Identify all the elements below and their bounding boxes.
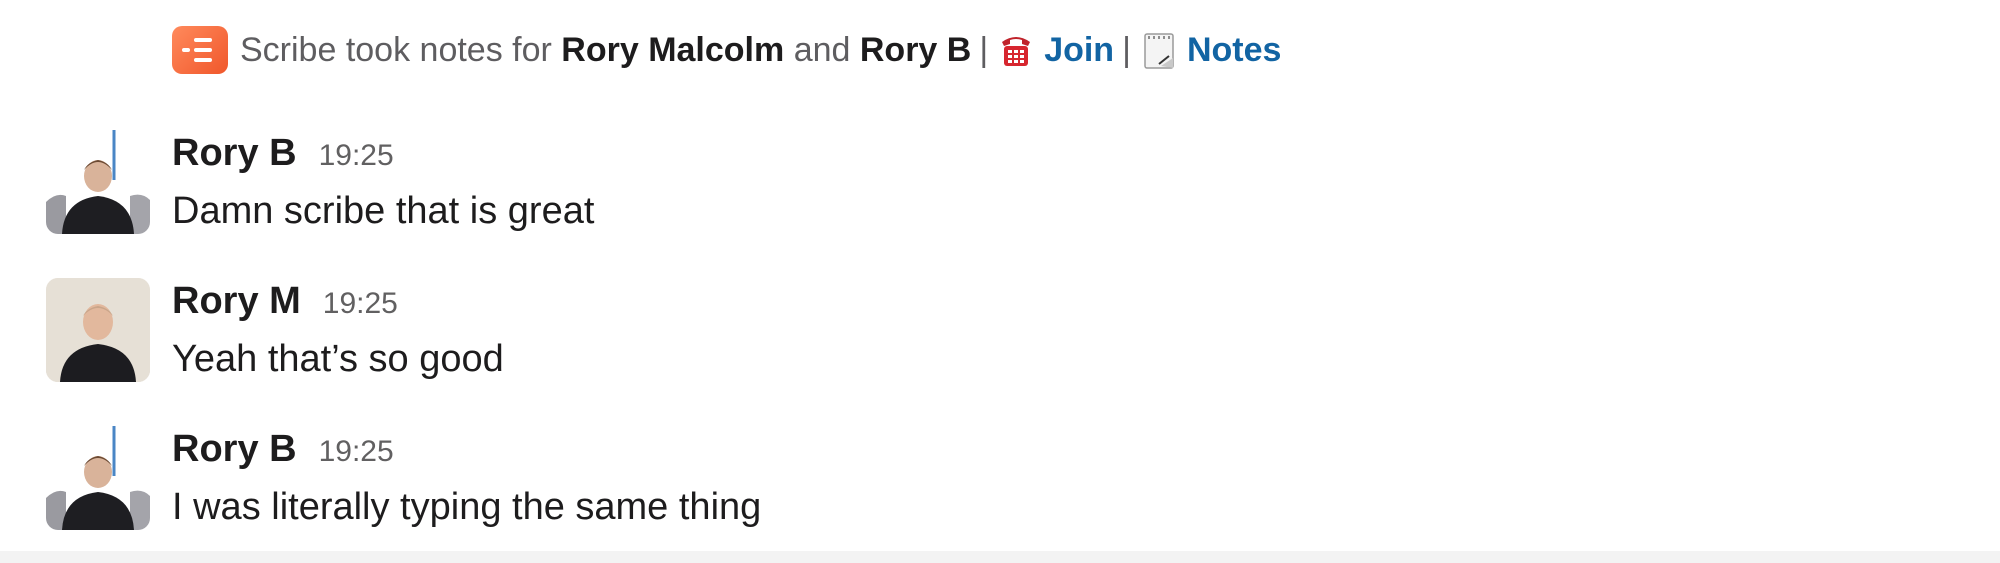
message-text: Damn scribe that is great: [172, 190, 595, 232]
avatar[interactable]: [46, 130, 150, 234]
message-timestamp[interactable]: 19:25: [319, 139, 394, 173]
join-link-label: Join: [1044, 30, 1115, 69]
telephone-icon: [996, 30, 1036, 70]
scribe-logo-icon: [172, 26, 228, 74]
chat-message-pane: Scribe took notes for Rory Malcolm and R…: [0, 0, 2000, 563]
separator: |: [979, 30, 989, 69]
scribe-and-text: and: [793, 30, 851, 69]
message-text: Yeah that’s so good: [172, 338, 504, 380]
message-header: Rory B 19:25: [172, 428, 394, 471]
message-header: Rory B 19:25: [172, 132, 394, 175]
message-text: I was literally typing the same thing: [172, 486, 762, 528]
separator: |: [1122, 30, 1131, 69]
notepad-icon: [1139, 30, 1179, 70]
scribe-participant-1: Rory Malcolm: [561, 30, 785, 69]
sender-name[interactable]: Rory M: [172, 280, 301, 323]
sender-name[interactable]: Rory B: [172, 428, 297, 471]
notes-link[interactable]: Notes: [1139, 30, 1281, 70]
scribe-notes-line: Scribe took notes for Rory Malcolm and R…: [172, 24, 1281, 76]
join-link[interactable]: Join: [996, 30, 1114, 70]
message-timestamp[interactable]: 19:25: [323, 287, 398, 321]
scribe-participant-2: Rory B: [859, 30, 972, 69]
notes-link-label: Notes: [1186, 30, 1282, 69]
sender-name[interactable]: Rory B: [172, 132, 297, 175]
avatar[interactable]: [46, 426, 150, 530]
message-timestamp[interactable]: 19:25: [319, 435, 394, 469]
divider: [0, 551, 2000, 563]
avatar[interactable]: [46, 278, 150, 382]
message-header: Rory M 19:25: [172, 280, 398, 323]
scribe-prefix-text: Scribe took notes for: [240, 30, 552, 69]
